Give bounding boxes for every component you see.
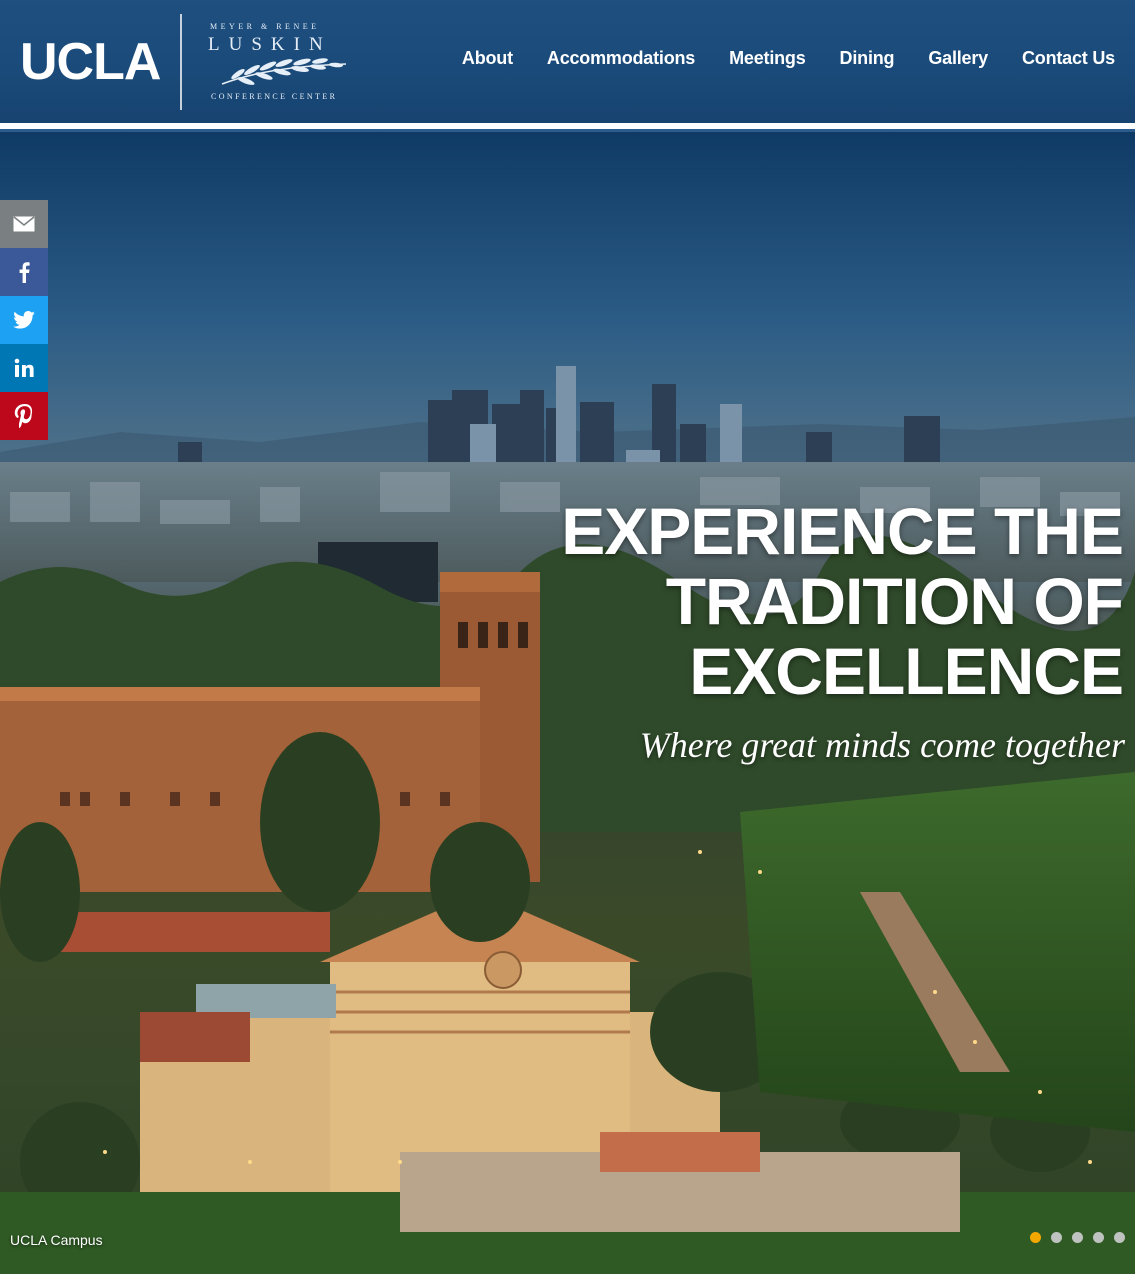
nav-gallery[interactable]: Gallery — [928, 48, 988, 74]
share-pinterest-button[interactable] — [0, 392, 48, 440]
hero-headline-line-2: TRADITION OF — [665, 564, 1124, 638]
site-header: UCLA MEYER & RENEE LUSKIN CONFERENCE CEN… — [0, 0, 1135, 123]
hero-slider: EXPERIENCE THE TRADITION OF EXCELLENCE W… — [0, 132, 1135, 1274]
share-linkedin-button[interactable] — [0, 344, 48, 392]
slider-dot-4[interactable] — [1093, 1232, 1104, 1243]
twitter-icon — [13, 311, 35, 329]
ucla-logo[interactable]: UCLA — [20, 32, 161, 92]
olive-branch-icon — [221, 58, 347, 85]
slider-dot-1[interactable] — [1030, 1232, 1041, 1243]
hero-headline-line-3: EXCELLENCE — [689, 634, 1124, 708]
nav-about[interactable]: About — [462, 48, 513, 74]
share-twitter-button[interactable] — [0, 296, 48, 344]
slider-dot-3[interactable] — [1072, 1232, 1083, 1243]
pinterest-icon — [14, 404, 33, 428]
share-bar — [0, 200, 48, 440]
luskin-logo-subtitle: CONFERENCE CENTER — [211, 92, 338, 101]
slider-dot-2[interactable] — [1051, 1232, 1062, 1243]
nav-dining[interactable]: Dining — [840, 48, 895, 74]
nav-meetings[interactable]: Meetings — [729, 48, 806, 74]
logo-divider — [180, 14, 182, 110]
email-icon — [13, 216, 35, 232]
linkedin-icon — [14, 358, 34, 377]
hero-headline-line-1: EXPERIENCE THE — [561, 494, 1124, 568]
luskin-logo-name[interactable]: LUSKIN — [208, 34, 332, 56]
nav-contact-us[interactable]: Contact Us — [1022, 48, 1115, 74]
luskin-logo-top: MEYER & RENEE — [210, 22, 320, 31]
facebook-icon — [19, 262, 30, 283]
slider-pagination — [1020, 1232, 1125, 1243]
share-facebook-button[interactable] — [0, 248, 48, 296]
main-nav: About Accommodations Meetings Dining Gal… — [428, 48, 1115, 74]
share-email-button[interactable] — [0, 200, 48, 248]
slide-caption: UCLA Campus — [10, 1232, 103, 1248]
hero-headline: EXPERIENCE THE TRADITION OF EXCELLENCE — [561, 494, 1124, 708]
nav-accommodations[interactable]: Accommodations — [547, 48, 695, 74]
hero-tagline: Where great minds come together — [639, 725, 1125, 765]
slider-dot-5[interactable] — [1114, 1232, 1125, 1243]
